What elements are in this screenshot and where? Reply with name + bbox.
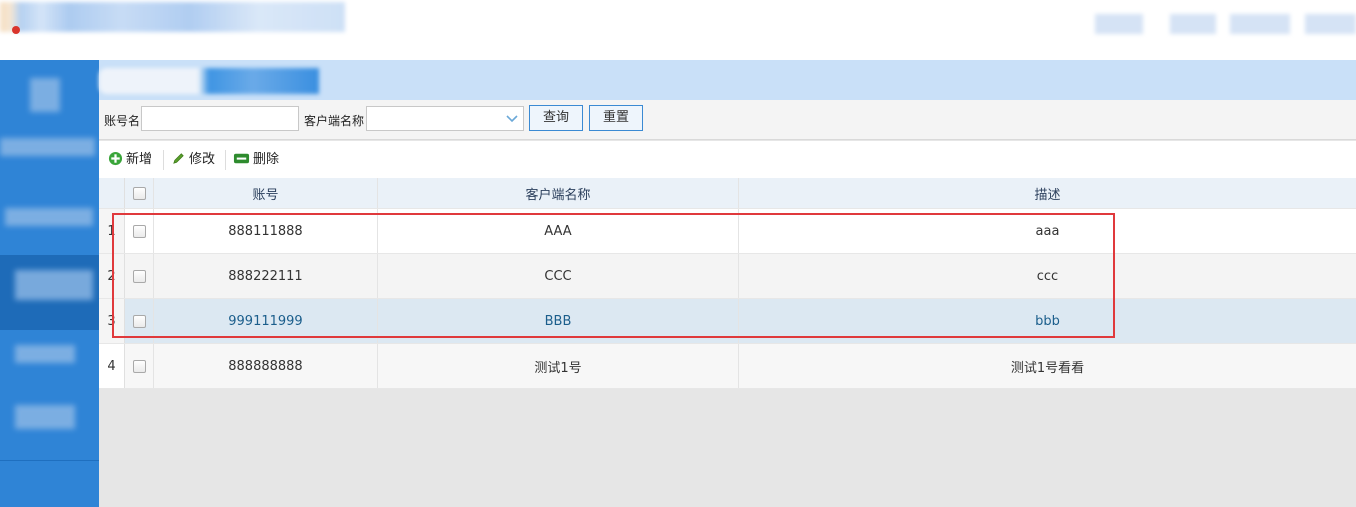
tab-bar xyxy=(99,60,1356,100)
account-cell: 888111888 xyxy=(154,209,378,253)
header-link-1[interactable] xyxy=(1095,14,1143,34)
row-number: 1 xyxy=(99,209,125,253)
header-link-4[interactable] xyxy=(1305,14,1356,34)
search-bar: 账号名 客户端名称 查询 重置 xyxy=(99,100,1356,140)
tab-current[interactable] xyxy=(99,68,319,94)
chevron-down-icon xyxy=(506,115,518,123)
row-checkbox[interactable] xyxy=(132,269,146,283)
action-toolbar: 新增 修改 删除 xyxy=(99,141,1356,178)
row-checkbox[interactable] xyxy=(132,359,146,373)
account-cell: 888888888 xyxy=(154,344,378,388)
sidebar-item-4[interactable] xyxy=(0,255,99,330)
desc-cell: aaa xyxy=(1035,223,1060,239)
client-cell: CCC xyxy=(378,254,739,298)
app-logo xyxy=(0,2,345,32)
row-select-cell xyxy=(125,254,154,298)
sidebar-item-2[interactable] xyxy=(0,120,99,180)
sidebar-item-6[interactable] xyxy=(0,395,99,455)
row-checkbox[interactable] xyxy=(132,224,146,238)
row-number: 2 xyxy=(99,254,125,298)
add-button[interactable]: 新增 xyxy=(108,151,152,169)
reset-button[interactable]: 重置 xyxy=(589,105,643,131)
row-select-cell xyxy=(125,209,154,253)
sidebar-item-5[interactable] xyxy=(0,335,99,395)
row-checkbox[interactable] xyxy=(132,314,146,328)
edit-label: 修改 xyxy=(189,152,216,167)
table-row[interactable]: 2 888222111 CCC ccc xyxy=(99,254,1356,299)
table-header: 账号 客户端名称 描述 xyxy=(99,178,1356,209)
logo-mark xyxy=(12,26,20,34)
row-number: 3 xyxy=(99,299,125,343)
select-all-checkbox[interactable] xyxy=(132,186,146,200)
table-row[interactable]: 1 888111888 AAA aaa xyxy=(99,209,1356,254)
col-header-account[interactable]: 账号 xyxy=(154,178,378,208)
header-link-3[interactable] xyxy=(1230,14,1290,34)
edit-button[interactable]: 修改 xyxy=(171,151,215,169)
account-input[interactable] xyxy=(141,106,299,131)
minus-box-icon xyxy=(233,153,250,164)
row-select-cell xyxy=(125,299,154,343)
pencil-icon xyxy=(173,153,184,164)
select-all-cell xyxy=(125,178,154,208)
sidebar xyxy=(0,60,99,507)
client-select[interactable] xyxy=(366,106,524,131)
table-row[interactable]: 4 888888888 测试1号 测试1号看看 xyxy=(99,344,1356,389)
account-cell: 999111999 xyxy=(154,299,378,343)
col-header-desc[interactable]: 描述 xyxy=(739,178,1356,208)
top-header xyxy=(0,0,1356,60)
delete-button[interactable]: 删除 xyxy=(233,151,279,169)
desc-cell: bbb xyxy=(1035,313,1060,329)
query-button[interactable]: 查询 xyxy=(529,105,583,131)
header-link-2[interactable] xyxy=(1170,14,1216,34)
add-label: 新增 xyxy=(126,152,153,167)
client-cell: BBB xyxy=(378,299,739,343)
sidebar-item-1[interactable] xyxy=(0,60,99,120)
delete-label: 删除 xyxy=(253,152,280,167)
desc-cell: ccc xyxy=(1036,268,1059,284)
col-header-client[interactable]: 客户端名称 xyxy=(378,178,739,208)
row-number: 4 xyxy=(99,344,125,388)
plus-circle-icon xyxy=(108,151,123,166)
sidebar-item-3[interactable] xyxy=(0,190,99,250)
main-content: 账号名 客户端名称 查询 重置 新增 修改 删除 账号 客户端名称 描述 1 8… xyxy=(99,60,1356,507)
account-cell: 888222111 xyxy=(154,254,378,298)
row-select-cell xyxy=(125,344,154,388)
table-row-selected[interactable]: 3 999111999 BBB bbb xyxy=(99,299,1356,344)
client-cell: AAA xyxy=(378,209,739,253)
desc-cell: 测试1号看看 xyxy=(1010,360,1085,376)
rownum-header xyxy=(99,178,125,208)
client-label: 客户端名称 xyxy=(304,114,365,128)
client-cell: 测试1号 xyxy=(378,344,739,388)
account-label: 账号名 xyxy=(104,114,141,128)
